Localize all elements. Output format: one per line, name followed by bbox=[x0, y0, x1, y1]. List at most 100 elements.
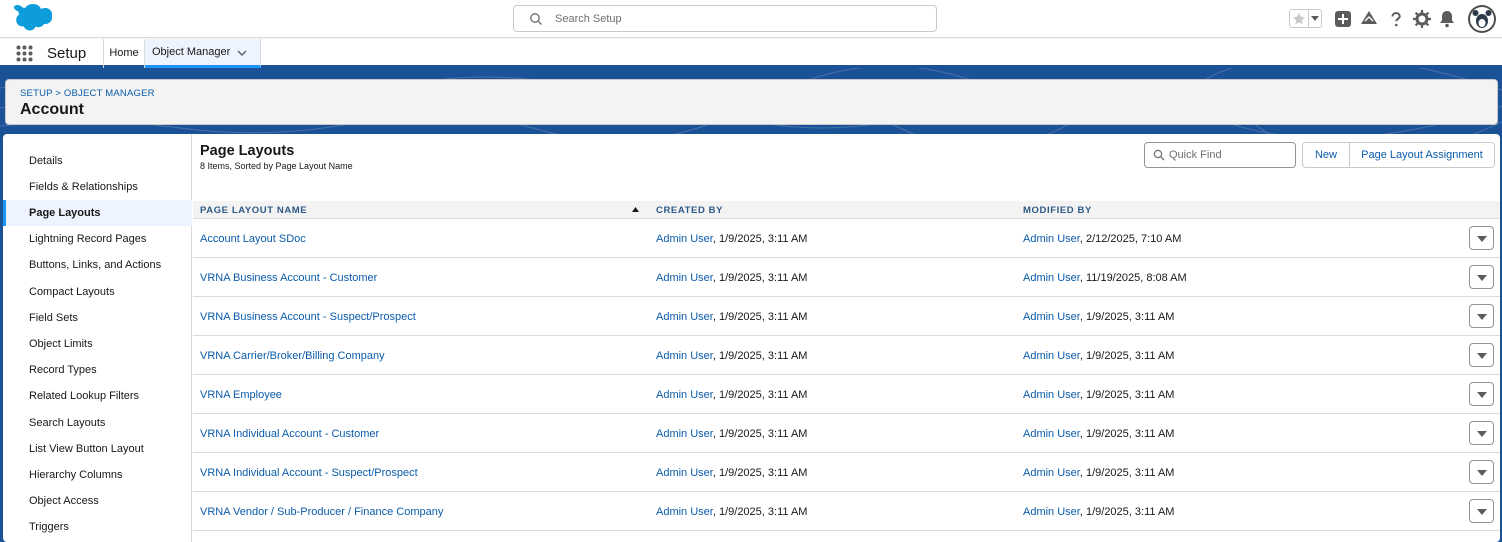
created-date: , 1/9/2025, 3:11 AM bbox=[712, 272, 808, 284]
tab-home[interactable]: Home bbox=[103, 39, 145, 68]
user-avatar[interactable] bbox=[1468, 5, 1496, 33]
favorites-dropdown-icon[interactable] bbox=[1311, 16, 1319, 22]
sidebar-item-compact-layouts[interactable]: Compact Layouts bbox=[3, 279, 192, 305]
chevron-down-icon[interactable] bbox=[237, 49, 247, 57]
created-by-cell: Admin User, 1/9/2025, 3:11 AM bbox=[656, 428, 807, 440]
favorites-divider bbox=[1308, 10, 1309, 27]
modified-by-user-link[interactable]: Admin User bbox=[1023, 506, 1080, 518]
tab-object-manager-label: Object Manager bbox=[152, 46, 231, 58]
modified-by-user-link[interactable]: Admin User bbox=[1023, 311, 1080, 323]
page-layout-name-link[interactable]: Account Layout SDoc bbox=[200, 233, 306, 245]
row-actions-dropdown[interactable] bbox=[1469, 421, 1494, 445]
page-layout-name-link[interactable]: VRNA Business Account - Suspect/Prospect bbox=[200, 311, 416, 323]
sidebar-item-lightning-record-pages[interactable]: Lightning Record Pages bbox=[3, 226, 192, 252]
favorites-star-icon[interactable] bbox=[1292, 12, 1306, 26]
row-actions-dropdown[interactable] bbox=[1469, 265, 1494, 289]
page-layout-name-link[interactable]: VRNA Carrier/Broker/Billing Company bbox=[200, 350, 385, 362]
column-header-created-by[interactable]: CREATED BY bbox=[656, 205, 723, 216]
chevron-down-icon bbox=[1477, 509, 1487, 515]
sidebar-item-page-layouts[interactable]: Page Layouts bbox=[3, 200, 192, 226]
setup-search-input[interactable]: Search Setup bbox=[513, 5, 937, 32]
table-row: Account Layout SDoc Admin User, 1/9/2025… bbox=[193, 219, 1500, 258]
sidebar-item-related-lookup-filters[interactable]: Related Lookup Filters bbox=[3, 383, 192, 409]
page-layout-assignment-button[interactable]: Page Layout Assignment bbox=[1350, 142, 1495, 168]
sort-ascending-icon[interactable] bbox=[632, 207, 639, 212]
avatar-icon bbox=[1470, 7, 1494, 31]
sidebar-item-hierarchy-columns[interactable]: Hierarchy Columns bbox=[3, 462, 192, 488]
modified-by-cell: Admin User, 1/9/2025, 3:11 AM bbox=[1023, 389, 1174, 401]
context-bar: Setup Home Object Manager bbox=[0, 39, 1502, 68]
global-actions-icon[interactable] bbox=[1333, 9, 1353, 29]
created-by-user-link[interactable]: Admin User bbox=[656, 467, 713, 479]
sidebar-item-triggers[interactable]: Triggers bbox=[3, 514, 192, 540]
breadcrumb[interactable]: SETUP > OBJECT MANAGER bbox=[20, 88, 155, 99]
page-layout-name-link[interactable]: VRNA Vendor / Sub-Producer / Finance Com… bbox=[200, 506, 443, 518]
chevron-down-icon bbox=[1477, 431, 1487, 437]
modified-by-user-link[interactable]: Admin User bbox=[1023, 467, 1080, 479]
trailhead-icon[interactable] bbox=[1359, 9, 1379, 29]
created-by-user-link[interactable]: Admin User bbox=[656, 389, 713, 401]
created-by-user-link[interactable]: Admin User bbox=[656, 233, 713, 245]
sidebar-item-object-access[interactable]: Object Access bbox=[3, 488, 192, 514]
modified-date: , 11/19/2025, 8:08 AM bbox=[1079, 272, 1187, 284]
row-actions-dropdown[interactable] bbox=[1469, 226, 1494, 250]
sidebar-item-field-sets[interactable]: Field Sets bbox=[3, 305, 192, 331]
quick-find-field[interactable] bbox=[1144, 142, 1296, 168]
sidebar-item-fields-relationships[interactable]: Fields & Relationships bbox=[3, 174, 192, 200]
created-by-cell: Admin User, 1/9/2025, 3:11 AM bbox=[656, 506, 807, 518]
modified-by-user-link[interactable]: Admin User bbox=[1023, 233, 1080, 245]
notifications-bell-icon[interactable] bbox=[1437, 9, 1457, 29]
created-by-cell: Admin User, 1/9/2025, 3:11 AM bbox=[656, 350, 807, 362]
modified-by-cell: Admin User, 11/19/2025, 8:08 AM bbox=[1023, 272, 1187, 284]
object-sidebar: Details Fields & Relationships Page Layo… bbox=[3, 134, 192, 542]
chevron-down-icon bbox=[1477, 470, 1487, 476]
modified-by-user-link[interactable]: Admin User bbox=[1023, 428, 1080, 440]
chevron-down-icon bbox=[1477, 392, 1487, 398]
chevron-down-icon bbox=[1477, 275, 1487, 281]
created-date: , 1/9/2025, 3:11 AM bbox=[712, 389, 808, 401]
row-actions-dropdown[interactable] bbox=[1469, 460, 1494, 484]
column-header-modified-by[interactable]: MODIFIED BY bbox=[1023, 205, 1092, 216]
column-header-page-layout-name[interactable]: PAGE LAYOUT NAME bbox=[200, 205, 307, 216]
modified-date: , 2/12/2025, 7:10 AM bbox=[1079, 233, 1182, 245]
created-date: , 1/9/2025, 3:11 AM bbox=[712, 506, 808, 518]
page-layout-name-link[interactable]: VRNA Business Account - Customer bbox=[200, 272, 377, 284]
app-launcher-icon[interactable] bbox=[16, 45, 33, 62]
sidebar-item-list-view-button-layout[interactable]: List View Button Layout bbox=[3, 436, 192, 462]
page-layout-name-link[interactable]: VRNA Employee bbox=[200, 389, 282, 401]
row-actions-dropdown[interactable] bbox=[1469, 343, 1494, 367]
created-date: , 1/9/2025, 3:11 AM bbox=[712, 311, 808, 323]
created-by-user-link[interactable]: Admin User bbox=[656, 272, 713, 284]
sidebar-item-buttons-links-actions[interactable]: Buttons, Links, and Actions bbox=[3, 252, 192, 278]
salesforce-logo[interactable] bbox=[6, 3, 52, 35]
sidebar-item-record-types[interactable]: Record Types bbox=[3, 357, 192, 383]
help-icon[interactable] bbox=[1386, 9, 1406, 29]
setup-gear-icon[interactable] bbox=[1412, 9, 1432, 29]
created-by-user-link[interactable]: Admin User bbox=[656, 350, 713, 362]
modified-by-user-link[interactable]: Admin User bbox=[1023, 389, 1080, 401]
modified-date: , 1/9/2025, 3:11 AM bbox=[1079, 311, 1175, 323]
created-by-user-link[interactable]: Admin User bbox=[656, 428, 713, 440]
page-layout-name-link[interactable]: VRNA Individual Account - Suspect/Prospe… bbox=[200, 467, 418, 479]
global-header: Search Setup bbox=[0, 0, 1502, 38]
created-by-user-link[interactable]: Admin User bbox=[656, 506, 713, 518]
sidebar-item-object-limits[interactable]: Object Limits bbox=[3, 331, 192, 357]
page-layout-name-link[interactable]: VRNA Individual Account - Customer bbox=[200, 428, 379, 440]
row-actions-dropdown[interactable] bbox=[1469, 382, 1494, 406]
modified-by-user-link[interactable]: Admin User bbox=[1023, 350, 1080, 362]
created-by-user-link[interactable]: Admin User bbox=[656, 311, 713, 323]
created-by-cell: Admin User, 1/9/2025, 3:11 AM bbox=[656, 272, 807, 284]
sidebar-item-search-layouts[interactable]: Search Layouts bbox=[3, 410, 192, 436]
modified-by-cell: Admin User, 1/9/2025, 3:11 AM bbox=[1023, 506, 1174, 518]
main-panel: Details Fields & Relationships Page Layo… bbox=[3, 134, 1500, 542]
tab-object-manager[interactable]: Object Manager bbox=[145, 39, 261, 68]
favorites-button-group[interactable] bbox=[1289, 9, 1322, 28]
modified-by-user-link[interactable]: Admin User bbox=[1023, 272, 1080, 284]
new-button[interactable]: New bbox=[1302, 142, 1350, 168]
table-row: VRNA Individual Account - Suspect/Prospe… bbox=[193, 453, 1500, 492]
row-actions-dropdown[interactable] bbox=[1469, 304, 1494, 328]
row-actions-dropdown[interactable] bbox=[1469, 499, 1494, 523]
section-subtitle: 8 Items, Sorted by Page Layout Name bbox=[200, 161, 353, 171]
sidebar-item-details[interactable]: Details bbox=[3, 148, 192, 174]
quick-find-input[interactable] bbox=[1169, 147, 1289, 163]
